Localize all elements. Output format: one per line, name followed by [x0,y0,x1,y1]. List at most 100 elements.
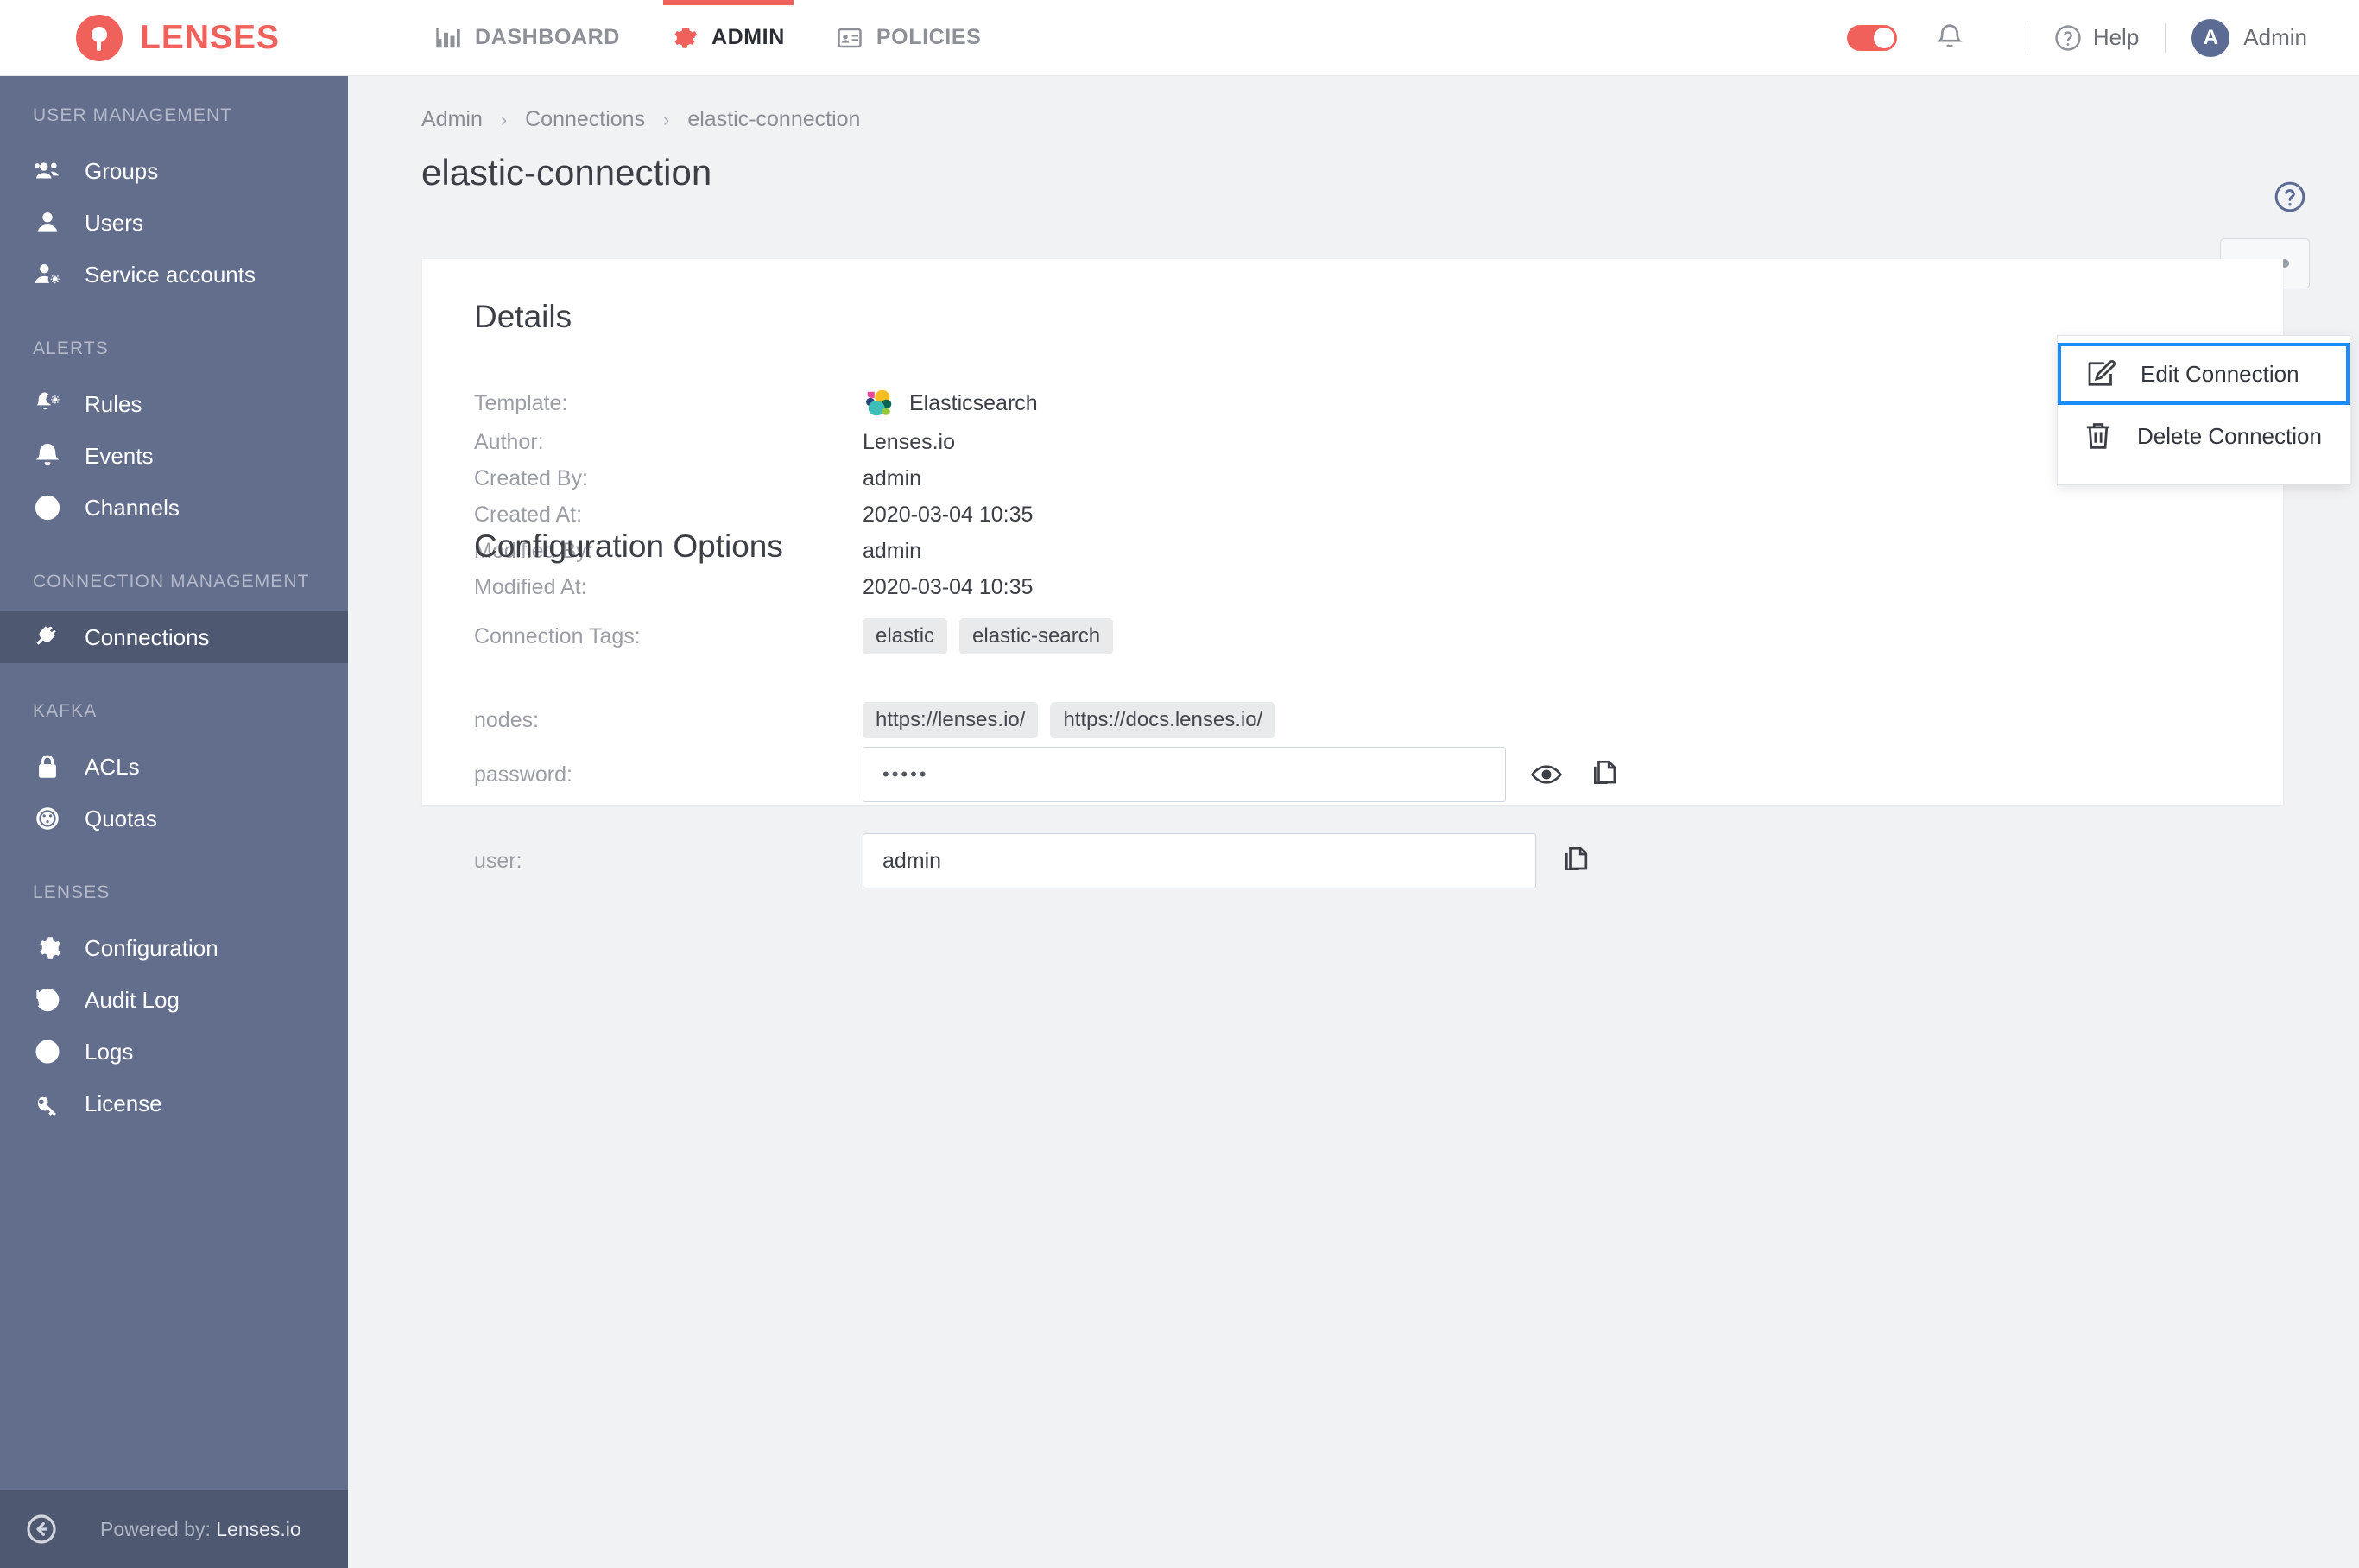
breadcrumb-admin[interactable]: Admin [421,107,483,131]
chart-bar-icon [435,25,461,51]
detail-value: admin [863,539,922,563]
gear-icon [33,933,66,963]
sidebar-item-label: Channels [85,494,180,521]
user-gear-icon [33,260,66,289]
brand-name: LENSES [140,18,281,56]
theme-toggle[interactable] [1846,24,1897,51]
elasticsearch-logo [863,387,895,420]
tab-dashboard-label: DASHBOARD [475,25,620,49]
id-card-icon [837,25,863,51]
sidebar-item-acls[interactable]: ACLs [0,741,348,793]
sidebar-item-configuration[interactable]: Configuration [0,922,348,974]
detail-row-created-by: Created By: admin [474,466,921,491]
detail-key: Template: [474,390,568,415]
user-input[interactable]: admin [863,833,1536,888]
question-circle-icon [2053,23,2083,53]
detail-row-template: Template: Elasticsearch [474,387,1038,420]
menu-item-label: Edit Connection [2141,360,2299,387]
nodes-values: https://lenses.io/https://docs.lenses.io… [863,702,1287,738]
detail-value: 2020-03-04 10:35 [863,503,1034,527]
top-bar: LENSES DASHBOARD ADMIN POLICIES Help A A… [0,0,2359,76]
detail-key: Modified At: [474,575,587,599]
sidebar-item-label: Logs [85,1038,134,1065]
sidebar-item-channels[interactable]: Channels [0,482,348,534]
copy-icon[interactable] [1559,843,1595,879]
sidebar-item-label: Quotas [85,805,157,831]
password-input[interactable]: ••••• [863,747,1506,802]
breadcrumb-connections[interactable]: Connections [525,107,645,131]
sidebar-footer: Powered by: Lenses.io [0,1490,348,1568]
sidebar-item-label: Configuration [85,934,218,961]
help-label: Help [2092,24,2140,50]
sidebar-item-quotas[interactable]: Quotas [0,793,348,844]
copy-icon[interactable] [1587,756,1623,793]
sidebar-item-label: Connections [85,623,210,650]
sidebar-section-alerts: ALERTS [33,338,109,358]
powered-by-brand: Lenses.io [216,1517,301,1540]
edit-pencil-icon [2084,358,2120,389]
sidebar-item-label: ACLs [85,753,140,780]
eye-icon[interactable] [1528,756,1565,793]
notifications-bell-icon[interactable] [1933,22,1966,54]
chevron-right-icon: › [500,109,508,130]
detail-value: Elasticsearch [863,387,1038,420]
detail-value: elastic elastic-search [863,618,1125,654]
trash-icon [2080,420,2116,452]
sidebar-item-label: Users [85,209,143,236]
sidebar-item-label: Service accounts [85,261,256,288]
sidebar-item-label: Audit Log [85,986,180,1013]
actions-dropdown-menu: Edit Connection Delete Connection [2057,335,2350,485]
users-group-icon [33,156,66,186]
main-content: Admin › Connections › elastic-connection… [348,76,2359,1568]
connection-tag: elastic [863,618,948,654]
sidebar-item-rules[interactable]: Rules [0,378,348,430]
bell-icon [33,441,66,471]
detail-row-modified-at: Modified At: 2020-03-04 10:35 [474,575,1033,600]
tab-policies[interactable]: POLICIES [811,0,1008,76]
brand-logo[interactable]: LENSES [76,14,281,61]
lock-icon [33,752,66,781]
config-row-password: password: ••••• [474,747,1623,802]
sidebar-item-label: Groups [85,157,159,184]
key-icon [33,1089,66,1118]
config-label-password: password: [474,762,572,787]
user-menu[interactable]: A Admin [2191,18,2307,57]
tab-policies-label: POLICIES [876,25,982,49]
bell-gear-icon [33,389,66,419]
sidebar-item-audit-log[interactable]: Audit Log [0,974,348,1026]
lenses-logo-icon [76,14,123,61]
question-circle-icon[interactable] [2273,180,2307,214]
detail-value-text: Elasticsearch [909,390,1038,415]
sidebar-item-service-accounts[interactable]: Service accounts [0,249,348,300]
sidebar-item-license[interactable]: License [0,1078,348,1129]
tab-admin[interactable]: ADMIN [646,0,811,76]
config-label-nodes: nodes: [474,707,540,732]
sidebar-item-logs[interactable]: Logs [0,1026,348,1078]
sidebar-item-users[interactable]: Users [0,197,348,249]
chevron-right-icon: › [663,109,670,130]
sidebar-item-groups[interactable]: Groups [0,145,348,197]
configuration-section-title: Configuration Options [474,528,783,564]
menu-item-edit-connection[interactable]: Edit Connection [2058,343,2350,405]
sidebar-item-connections[interactable]: Connections [0,611,348,663]
gauge-icon [33,804,66,833]
password-masked-value: ••••• [882,763,929,785]
node-tag: https://docs.lenses.io/ [1050,702,1276,738]
menu-item-delete-connection[interactable]: Delete Connection [2058,405,2350,467]
sidebar-item-events[interactable]: Events [0,430,348,482]
detail-value: Lenses.io [863,430,956,454]
divider [2165,22,2166,53]
tab-dashboard[interactable]: DASHBOARD [409,0,646,76]
sidebar: USER MANAGEMENT Groups Users Service acc… [0,76,348,1568]
detail-row-created-at: Created At: 2020-03-04 10:35 [474,503,1033,528]
sidebar-item-label: License [85,1090,162,1116]
detail-row-connection-tags: Connection Tags: elastic elastic-search [474,618,1125,654]
history-icon [33,985,66,1015]
connection-details-card: Details Template: Elasticsearch Author: … [422,259,2283,888]
sidebar-section-kafka: KAFKA [33,701,98,721]
arrow-circle-left-icon[interactable] [24,1512,59,1546]
user-name-label: Admin [2243,24,2307,50]
help-button[interactable]: Help [2053,23,2139,53]
sidebar-section-lenses: LENSES [33,882,111,902]
top-navigation: DASHBOARD ADMIN POLICIES [409,0,1007,76]
